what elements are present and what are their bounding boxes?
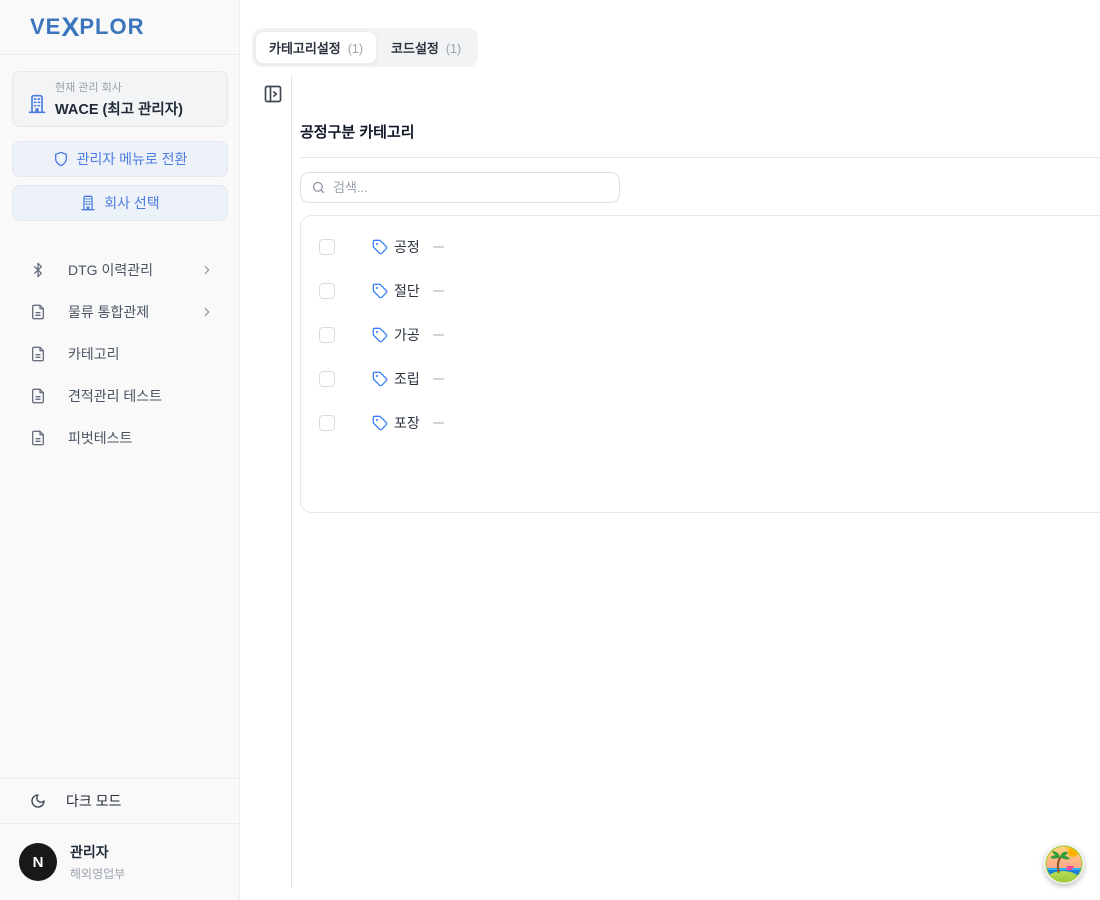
vexplor-logo: VEXPLOR bbox=[30, 12, 145, 43]
tab-count: (1) bbox=[348, 42, 363, 56]
dark-mode-label: 다크 모드 bbox=[66, 791, 121, 811]
tab-label: 코드설정 bbox=[391, 38, 439, 57]
moon-icon bbox=[30, 793, 46, 809]
document-icon bbox=[30, 430, 46, 446]
tab-label: 카테고리설정 bbox=[269, 38, 341, 57]
company-card-name: WACE (최고 관리자) bbox=[55, 98, 183, 119]
search-input[interactable] bbox=[333, 180, 609, 195]
panel-divider bbox=[291, 75, 292, 888]
user-name: 관리자 bbox=[70, 842, 125, 862]
checkbox[interactable] bbox=[319, 239, 335, 255]
category-row[interactable]: 가공 bbox=[301, 313, 1100, 357]
sidebar-item-logistics[interactable]: 물류 통합관제 bbox=[0, 291, 240, 333]
tag-icon bbox=[372, 239, 388, 255]
island-widget-button[interactable] bbox=[1044, 844, 1084, 884]
category-dash bbox=[433, 334, 444, 337]
checkbox[interactable] bbox=[319, 327, 335, 343]
checkbox[interactable] bbox=[319, 371, 335, 387]
tag-icon bbox=[372, 327, 388, 343]
search-icon bbox=[311, 180, 326, 195]
sidebar-nav: DTG 이력관리 물류 통합관제 카테고리 견적관리 테스트 bbox=[0, 249, 240, 459]
sidebar-item-label: 카테고리 bbox=[68, 344, 214, 364]
category-dash bbox=[433, 378, 444, 381]
tag-icon bbox=[372, 415, 388, 431]
sidebar-item-label: DTG 이력관리 bbox=[68, 260, 200, 280]
tag-icon bbox=[372, 371, 388, 387]
tab-count: (1) bbox=[446, 42, 461, 56]
category-row[interactable]: 공정 bbox=[301, 225, 1100, 269]
logo-area: VEXPLOR bbox=[0, 0, 239, 55]
sidebar-item-quote-test[interactable]: 견적관리 테스트 bbox=[0, 375, 240, 417]
sidebar-item-dtg-history[interactable]: DTG 이력관리 bbox=[0, 249, 240, 291]
document-icon bbox=[30, 346, 46, 362]
tab-code-settings[interactable]: 코드설정 (1) bbox=[377, 31, 475, 64]
settings-tabs: 카테고리설정 (1) 코드설정 (1) bbox=[252, 28, 478, 67]
category-label: 가공 bbox=[394, 325, 420, 345]
select-company-label: 회사 선택 bbox=[104, 193, 159, 213]
category-list-panel: 공정 절단 가공 조립 포장 bbox=[300, 215, 1100, 513]
shield-icon bbox=[53, 151, 69, 167]
category-dash bbox=[433, 422, 444, 425]
sidebar-item-category[interactable]: 카테고리 bbox=[0, 333, 240, 375]
category-dash bbox=[433, 290, 444, 293]
switch-admin-menu-button[interactable]: 관리자 메뉴로 전환 bbox=[12, 141, 228, 177]
category-search bbox=[300, 172, 620, 203]
sidebar-footer: 다크 모드 N 관리자 해외영업부 bbox=[0, 778, 240, 900]
chevron-right-icon bbox=[200, 263, 214, 277]
panel-collapse-icon[interactable] bbox=[263, 84, 283, 104]
document-icon bbox=[30, 304, 46, 320]
current-company-card: 현재 관리 회사 WACE (최고 관리자) bbox=[12, 71, 228, 127]
category-row[interactable]: 포장 bbox=[301, 401, 1100, 445]
category-row[interactable]: 조립 bbox=[301, 357, 1100, 401]
category-row[interactable]: 절단 bbox=[301, 269, 1100, 313]
avatar: N bbox=[19, 843, 57, 881]
category-label: 공정 bbox=[394, 237, 420, 257]
bluetooth-icon bbox=[30, 262, 46, 278]
category-dash bbox=[433, 246, 444, 249]
sidebar: VEXPLOR 현재 관리 회사 WACE (최고 관리자) 관리자 메뉴로 전… bbox=[0, 0, 240, 900]
sidebar-item-label: 견적관리 테스트 bbox=[68, 386, 214, 406]
sidebar-item-pivot-test[interactable]: 피벗테스트 bbox=[0, 417, 240, 459]
category-label: 절단 bbox=[394, 281, 420, 301]
page-title: 공정구분 카테고리 bbox=[300, 121, 415, 142]
company-card-label: 현재 관리 회사 bbox=[55, 79, 183, 95]
title-divider bbox=[300, 157, 1100, 158]
checkbox[interactable] bbox=[319, 283, 335, 299]
sidebar-item-label: 물류 통합관제 bbox=[68, 302, 200, 322]
select-company-button[interactable]: 회사 선택 bbox=[12, 185, 228, 221]
building-icon bbox=[27, 94, 47, 114]
tab-category-settings[interactable]: 카테고리설정 (1) bbox=[255, 31, 377, 64]
dark-mode-toggle[interactable]: 다크 모드 bbox=[0, 778, 240, 823]
building-icon bbox=[80, 195, 96, 211]
user-department: 해외영업부 bbox=[70, 865, 125, 882]
category-label: 조립 bbox=[394, 369, 420, 389]
category-label: 포장 bbox=[394, 413, 420, 433]
document-icon bbox=[30, 388, 46, 404]
user-profile[interactable]: N 관리자 해외영업부 bbox=[0, 823, 240, 900]
chevron-right-icon bbox=[200, 305, 214, 319]
tropical-island-icon bbox=[1044, 844, 1084, 884]
sidebar-item-label: 피벗테스트 bbox=[68, 428, 214, 448]
switch-admin-menu-label: 관리자 메뉴로 전환 bbox=[77, 149, 188, 169]
checkbox[interactable] bbox=[319, 415, 335, 431]
tag-icon bbox=[372, 283, 388, 299]
